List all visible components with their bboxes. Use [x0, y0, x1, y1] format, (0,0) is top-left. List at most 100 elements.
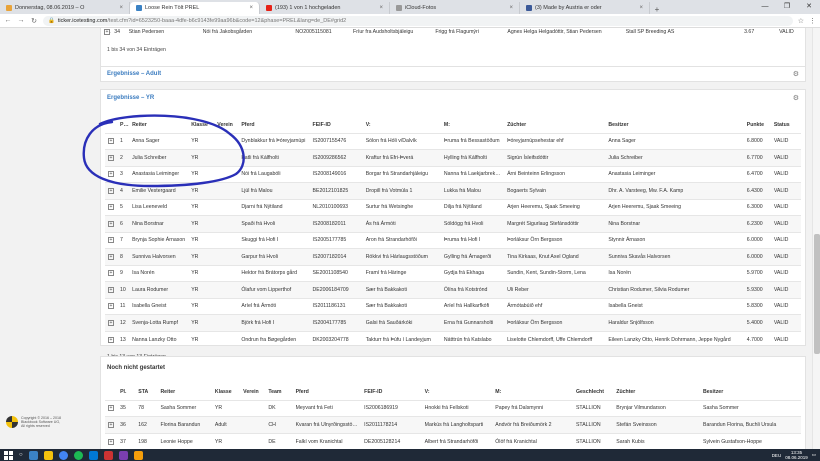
table-row[interactable]: +2 Julia Schreiber YR Katli frá Kálfholti IS…: [105, 149, 801, 166]
expand-cell[interactable]: +: [105, 231, 118, 249]
reload-icon[interactable]: ↻: [30, 17, 38, 25]
expand-cell[interactable]: +: [105, 198, 118, 216]
column-header[interactable]: Pferd: [293, 384, 362, 400]
expand-icon[interactable]: +: [108, 220, 114, 227]
table-row[interactable]: +11 Isabella Gneist YR Aríel frá Ármóti IS20…: [105, 297, 801, 315]
table-row[interactable]: +13 Nanna Lanzky Otto YR Ondrun fra Bøgegår…: [105, 330, 801, 348]
column-header[interactable]: Status: [771, 117, 801, 133]
expand-cell[interactable]: +: [105, 264, 118, 282]
column-header[interactable]: FEIF-ID: [361, 384, 422, 400]
maximize-icon[interactable]: ❐: [776, 0, 798, 14]
expand-icon[interactable]: +: [108, 237, 114, 244]
column-header[interactable]: Züchter: [613, 384, 700, 400]
expand-icon[interactable]: +: [108, 253, 114, 260]
table-row[interactable]: +3 Anastasia Leiminger YR Nói frá Laugabóli…: [105, 165, 801, 183]
yr-results-title[interactable]: Ergebnisse – YR: [107, 95, 154, 101]
expand-cell[interactable]: +: [105, 149, 118, 166]
expand-cell[interactable]: +: [105, 165, 118, 183]
column-header[interactable]: Besitzer: [700, 384, 801, 400]
column-header[interactable]: FEIF-ID: [310, 117, 363, 133]
column-header[interactable]: V:: [422, 384, 493, 400]
column-header[interactable]: Verein: [214, 117, 238, 133]
app-icon[interactable]: [118, 450, 128, 460]
close-tab-icon[interactable]: ×: [509, 5, 513, 11]
expand-cell[interactable]: +: [105, 215, 118, 232]
table-row[interactable]: +35 78 Sasha Sommer YR DK Meyvant frá Feti IS2…: [105, 399, 801, 417]
app-icon[interactable]: [133, 450, 143, 460]
browser-tab[interactable]: iCloud-Fotos ×: [390, 2, 520, 14]
page-scrollbar[interactable]: [812, 28, 820, 449]
column-header[interactable]: Team: [265, 384, 292, 400]
expand-icon[interactable]: +: [104, 29, 110, 35]
table-row[interactable]: +6 Nina Borstnar YR Spaði frá Hvoli IS200818…: [105, 215, 801, 232]
close-tab-icon[interactable]: ×: [639, 5, 643, 11]
column-header[interactable]: Geschlecht: [573, 384, 613, 400]
browser-tab[interactable]: (3) Made by Austria er oder ×: [520, 2, 650, 14]
file-explorer-icon[interactable]: [43, 450, 53, 460]
expand-icon[interactable]: +: [108, 270, 114, 277]
gear-icon[interactable]: ⚙: [793, 94, 799, 102]
table-row[interactable]: +36 162 Florina Barandun Adult CH Kvaran frá …: [105, 416, 801, 433]
expand-icon[interactable]: +: [108, 154, 114, 161]
spotify-icon[interactable]: [73, 450, 83, 460]
browser-tab[interactable]: Loose Rein Tölt PREL ×: [130, 2, 260, 14]
expand-cell[interactable]: +: [105, 132, 118, 150]
adult-results-title[interactable]: Ergebnisse – Adult: [107, 71, 161, 77]
column-header[interactable]: Punkte: [744, 117, 771, 133]
star-icon[interactable]: ☆: [798, 17, 804, 25]
expand-icon[interactable]: +: [108, 319, 114, 326]
column-header[interactable]: Pferd: [238, 117, 309, 133]
table-row[interactable]: +10 Laura Rodumer YR Ólafur vom Lipperthof D…: [105, 281, 801, 298]
windows-start-icon[interactable]: [4, 450, 13, 460]
expand-icon[interactable]: +: [108, 405, 114, 412]
column-header[interactable]: Pl.: [117, 117, 129, 133]
column-header[interactable]: STA: [135, 384, 157, 400]
expand-icon[interactable]: +: [108, 303, 114, 310]
gear-icon[interactable]: ⚙: [793, 70, 799, 78]
address-bar[interactable]: 🔒 ticker.icetesting.com/test.cfm?id=6523…: [43, 15, 793, 26]
table-row[interactable]: +8 Sunniva Halvorsen YR Garpur frá Hvoli IS2…: [105, 248, 801, 265]
expand-cell[interactable]: +: [105, 297, 118, 315]
column-header[interactable]: V:: [363, 117, 441, 133]
minimize-icon[interactable]: —: [754, 0, 776, 14]
column-header[interactable]: Züchter: [504, 117, 605, 133]
photos-icon[interactable]: [103, 450, 113, 460]
back-icon[interactable]: ←: [4, 17, 12, 24]
expand-icon[interactable]: +: [108, 286, 114, 293]
column-header[interactable]: Klasse: [188, 117, 214, 133]
column-header[interactable]: Reiter: [129, 117, 188, 133]
expand-icon[interactable]: +: [108, 138, 114, 145]
expand-icon[interactable]: +: [108, 336, 114, 343]
table-row[interactable]: +12 Svenja-Lotta Rumpf YR Björk frá Hofi II…: [105, 314, 801, 331]
scrollbar-thumb[interactable]: [814, 234, 820, 354]
close-tab-icon[interactable]: ×: [119, 5, 123, 11]
expand-icon[interactable]: +: [108, 204, 114, 211]
expand-cell[interactable]: +: [105, 314, 118, 331]
expand-icon[interactable]: +: [108, 187, 114, 194]
chrome-icon[interactable]: [58, 450, 68, 460]
expand-cell[interactable]: +: [105, 432, 118, 449]
column-header[interactable]: M:: [441, 117, 504, 133]
browser-tab[interactable]: (193) 1 von 1 hochgeladen ×: [260, 2, 390, 14]
expand-icon[interactable]: +: [108, 171, 114, 178]
new-tab-icon[interactable]: +: [650, 5, 664, 14]
menu-icon[interactable]: ⋮: [809, 17, 816, 25]
expand-cell[interactable]: +: [105, 248, 118, 265]
mail-icon[interactable]: [88, 450, 98, 460]
expand-cell[interactable]: +: [105, 399, 118, 417]
column-header[interactable]: Verein: [240, 384, 265, 400]
close-window-icon[interactable]: ✕: [798, 0, 820, 14]
clock[interactable]: 13:35 08.06.2019: [785, 450, 808, 460]
browser-tab[interactable]: Donnerstag, 08.06.2019 – Ö ×: [0, 2, 130, 14]
search-icon[interactable]: ○: [19, 452, 23, 458]
close-tab-icon[interactable]: ×: [249, 5, 253, 11]
column-header[interactable]: M:: [492, 384, 573, 400]
close-tab-icon[interactable]: ×: [379, 5, 383, 11]
forward-icon[interactable]: →: [17, 17, 25, 24]
column-header[interactable]: Klasse: [212, 384, 240, 400]
expand-icon[interactable]: +: [108, 421, 114, 428]
expand-cell[interactable]: +: [105, 182, 118, 199]
expand-cell[interactable]: +: [105, 416, 118, 433]
table-row[interactable]: +4 Emilie Vestergaard YR Ljúl frá Malou BE20…: [105, 182, 801, 199]
expand-cell[interactable]: +: [105, 330, 118, 348]
